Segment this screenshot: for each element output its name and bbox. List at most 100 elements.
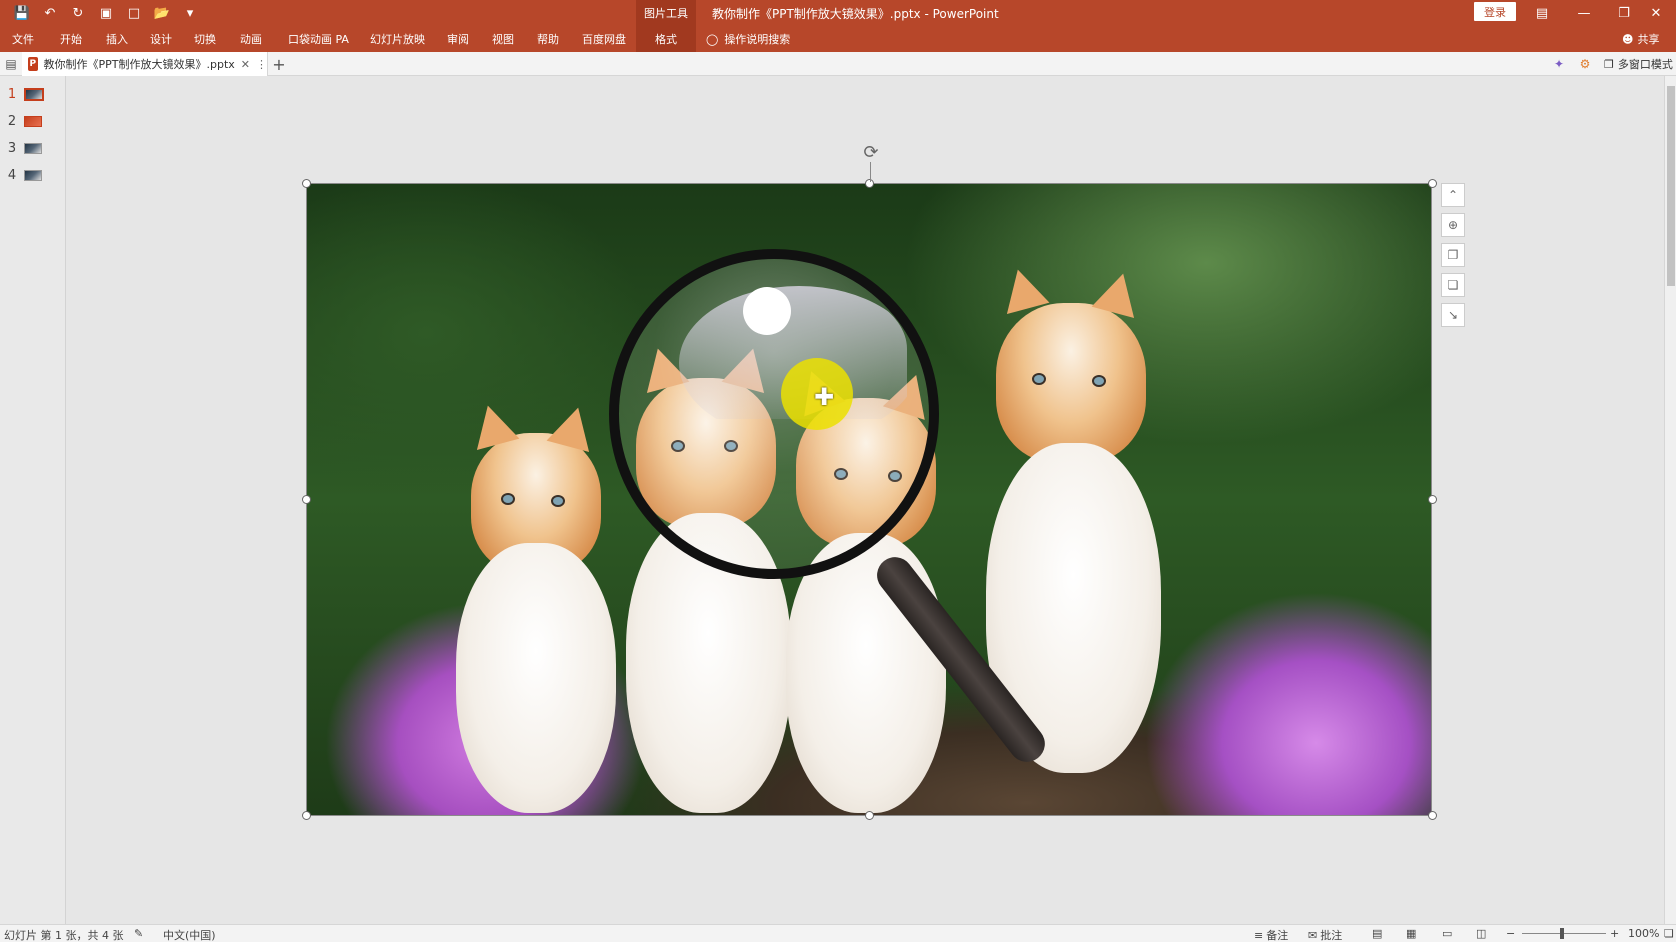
minimize-icon[interactable]: —: [1564, 0, 1604, 26]
slide-preview: [24, 115, 42, 127]
resize-handle-right[interactable]: [1428, 495, 1437, 504]
addin-icon[interactable]: ✦: [1550, 55, 1568, 73]
send-backward-icon[interactable]: ❏: [1441, 273, 1465, 297]
resize-handle-bottom-right[interactable]: [1428, 811, 1437, 820]
status-bar: 幻灯片 第 1 张，共 4 张 ✎ 中文(中国) ≡ 备注 ✉ 批注 ▤ ▦ ▭…: [0, 924, 1676, 942]
resize-handle-left[interactable]: [302, 495, 311, 504]
notes-icon: ≡: [1254, 928, 1264, 942]
comments-label: 批注: [1320, 929, 1343, 942]
scrollbar-thumb[interactable]: [1667, 86, 1675, 286]
tab-view[interactable]: 视图: [492, 26, 522, 52]
zoom-in-icon[interactable]: +: [1610, 927, 1619, 940]
slide-thumbnails-pane: 1 2 3 4: [0, 76, 66, 924]
more-options-icon[interactable]: ⋮: [256, 58, 267, 71]
resize-handle-bottom-left[interactable]: [302, 811, 311, 820]
tab-help[interactable]: 帮助: [537, 26, 567, 52]
zoom-level[interactable]: 100%: [1628, 927, 1659, 940]
tab-baidu-netdisk[interactable]: 百度网盘: [582, 26, 634, 52]
slide-sorter-icon[interactable]: ▦: [1406, 927, 1416, 940]
kitten-body: [456, 543, 616, 813]
ribbon-display-options-icon[interactable]: ▤: [1522, 0, 1562, 26]
slide-thumbnail[interactable]: 2: [0, 110, 66, 132]
tab-list-icon[interactable]: ▤: [2, 55, 20, 73]
zoom-slider-track[interactable]: [1522, 933, 1606, 934]
context-tab-group-label: 图片工具: [636, 0, 696, 26]
close-icon[interactable]: ✕: [1636, 0, 1676, 26]
window-icon: ❐: [1604, 57, 1614, 71]
person-icon: ☻: [1622, 32, 1634, 46]
mouse-cursor-icon: ✚: [814, 383, 835, 411]
document-tab[interactable]: P 教你制作《PPT制作放大镜效果》.pptx ✕ ⋮: [22, 52, 268, 76]
slide-picture[interactable]: ✚: [306, 183, 1432, 816]
slide-number: 1: [7, 86, 17, 102]
slide-thumbnail[interactable]: 3: [0, 137, 66, 159]
slide-preview: [24, 87, 44, 101]
new-file-icon[interactable]: □: [122, 3, 146, 23]
settings-icon[interactable]: ⚙: [1576, 55, 1594, 73]
tab-transitions[interactable]: 切换: [194, 26, 224, 52]
slide-thumbnail[interactable]: 4: [0, 164, 66, 186]
fit-slide-icon[interactable]: ❏: [1664, 927, 1674, 940]
zoom-out-icon[interactable]: −: [1506, 927, 1515, 940]
tab-home[interactable]: 开始: [60, 26, 90, 52]
login-button[interactable]: 登录: [1474, 2, 1516, 21]
resize-handle-top-left[interactable]: [302, 179, 311, 188]
kitten-ear: [546, 401, 600, 453]
zoom-slider-thumb[interactable]: [1560, 928, 1564, 939]
save-icon[interactable]: 💾: [10, 3, 34, 23]
notes-button[interactable]: ≡ 备注: [1254, 927, 1288, 942]
kitten-eye: [1092, 375, 1106, 387]
language-indicator[interactable]: 中文(中国): [163, 927, 216, 942]
quick-access-toolbar: 💾 ↶ ↻ ▣ □ 📂 ▾: [10, 3, 202, 23]
floating-toolbar: ⌃ ⊕ ❐ ❏ ↘: [1441, 183, 1467, 327]
resize-handle-top-right[interactable]: [1428, 179, 1437, 188]
kitten-eye: [501, 493, 515, 505]
tab-slideshow[interactable]: 幻灯片放映: [370, 26, 430, 52]
close-tab-icon[interactable]: ✕: [241, 58, 250, 71]
spelling-icon[interactable]: ✎: [134, 927, 143, 940]
tab-review[interactable]: 审阅: [447, 26, 477, 52]
tab-animations[interactable]: 动画: [240, 26, 270, 52]
document-tab-label: 教你制作《PPT制作放大镜效果》.pptx: [43, 58, 235, 71]
slide-info: 幻灯片 第 1 张，共 4 张: [4, 929, 124, 942]
redo-icon[interactable]: ↻: [66, 3, 90, 23]
customize-qat-icon[interactable]: ▾: [178, 3, 202, 23]
rotate-handle-icon[interactable]: ⟳: [860, 141, 882, 163]
crop-icon[interactable]: ↘: [1441, 303, 1465, 327]
slide-thumbnail[interactable]: 1: [0, 83, 66, 105]
tab-insert[interactable]: 插入: [106, 26, 136, 52]
tab-pocket-animation[interactable]: 口袋动画 PA: [288, 26, 358, 52]
notes-label: 备注: [1266, 929, 1289, 942]
document-tab-strip: ▤ P 教你制作《PPT制作放大镜效果》.pptx ✕ ⋮ + ✦ ⚙ ❐ 多窗…: [0, 52, 1676, 76]
normal-view-icon[interactable]: ▤: [1372, 927, 1382, 940]
tab-format[interactable]: 格式: [636, 26, 696, 52]
multi-window-button[interactable]: ❐ 多窗口模式: [1604, 52, 1673, 76]
tell-me-search[interactable]: ◯ 操作说明搜索: [706, 26, 790, 52]
slideshow-view-icon[interactable]: ◫: [1476, 927, 1486, 940]
share-button[interactable]: ☻ 共享: [1622, 26, 1659, 52]
presenter-icon[interactable]: ▣: [94, 3, 118, 23]
lens-highlight-dot: [743, 287, 791, 335]
lightbulb-icon: ◯: [706, 32, 719, 46]
slide-number: 4: [7, 167, 17, 183]
new-tab-icon[interactable]: +: [270, 55, 288, 74]
layout-options-icon[interactable]: ⊕: [1441, 213, 1465, 237]
resize-handle-bottom[interactable]: [865, 811, 874, 820]
tab-design[interactable]: 设计: [150, 26, 180, 52]
collapse-icon[interactable]: ⌃: [1441, 183, 1465, 207]
slide-number: 2: [7, 113, 17, 129]
slide-preview: [24, 169, 42, 181]
vertical-scrollbar[interactable]: [1664, 76, 1676, 924]
slide-number: 3: [7, 140, 17, 156]
bring-forward-icon[interactable]: ❐: [1441, 243, 1465, 267]
reading-view-icon[interactable]: ▭: [1442, 927, 1452, 940]
share-label: 共享: [1637, 33, 1660, 46]
tab-file[interactable]: 文件: [12, 26, 42, 52]
magnifier-lens: [609, 249, 939, 579]
kitten-eye: [1032, 373, 1046, 385]
rotation-line: [870, 162, 871, 182]
undo-icon[interactable]: ↶: [38, 3, 62, 23]
comments-button[interactable]: ✉ 批注: [1308, 927, 1342, 942]
open-folder-icon[interactable]: 📂: [150, 3, 174, 23]
ribbon-tabs: 文件 开始 插入 设计 切换 动画 口袋动画 PA 幻灯片放映 审阅 视图 帮助…: [0, 26, 1676, 52]
